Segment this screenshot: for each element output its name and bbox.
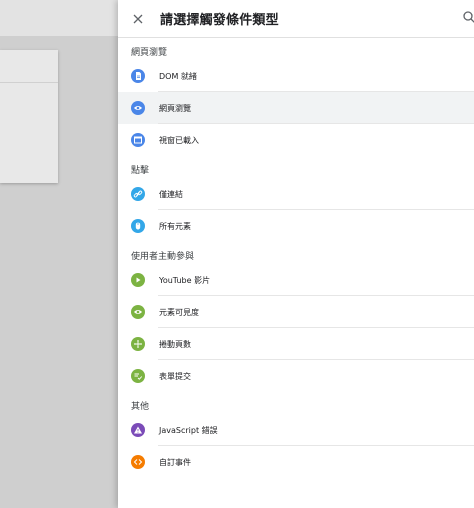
trigger-type-label: 網頁瀏覽 [159, 103, 191, 113]
code-icon [131, 455, 145, 469]
mouse-icon [131, 219, 145, 233]
trigger-type-label: JavaScript 錯誤 [159, 425, 218, 435]
play-icon [131, 273, 145, 287]
section-label: 其他 [131, 402, 150, 412]
trigger-type-label: 僅連結 [159, 189, 183, 199]
trigger-type-item[interactable]: 僅連結 [118, 178, 474, 210]
trigger-type-label: 元素可見度 [159, 307, 199, 317]
trigger-type-list: 網頁瀏覽 DOM 就緒 網頁瀏覽 視窗已載入 點擊 僅連結 所有元素 使用者主動參與 YouTu… [118, 38, 474, 478]
trigger-type-item[interactable]: 捲動頁數 [118, 328, 474, 360]
trigger-type-label: DOM 就緒 [159, 71, 197, 81]
trigger-type-label: 捲動頁數 [159, 339, 191, 349]
trigger-type-drawer: 請選擇觸發條件類型 網頁瀏覽 DOM 就緒 網頁瀏覽 視窗已載入 點擊 僅連結 所有元素 使用… [118, 0, 474, 508]
trigger-type-label: 表單提交 [159, 371, 191, 381]
link-icon [131, 187, 145, 201]
trigger-type-item[interactable]: 自訂事件 [118, 446, 474, 478]
trigger-type-item[interactable]: 所有元素 [118, 210, 474, 242]
drawer-title: 請選擇觸發條件類型 [160, 13, 279, 28]
trigger-type-item[interactable]: 視窗已載入 [118, 124, 474, 156]
close-button[interactable] [118, 0, 158, 38]
trigger-type-item[interactable]: 網頁瀏覽 [118, 92, 474, 124]
trigger-type-label: 自訂事件 [159, 457, 191, 467]
trigger-type-item[interactable]: 表單提交 [118, 360, 474, 392]
section-label: 點擊 [131, 166, 150, 176]
drawer-header: 請選擇觸發條件類型 [118, 0, 474, 38]
close-icon [133, 14, 143, 23]
trigger-type-item[interactable]: 元素可見度 [118, 296, 474, 328]
eye-icon [131, 305, 145, 319]
trigger-type-item[interactable]: DOM 就緒 [118, 60, 474, 92]
search-button[interactable] [462, 10, 474, 26]
search-icon [463, 11, 474, 23]
trigger-type-item[interactable]: JavaScript 錯誤 [118, 414, 474, 446]
trigger-type-label: 所有元素 [159, 221, 191, 231]
section-label: 使用者主動參與 [131, 252, 195, 262]
window-icon [131, 133, 145, 147]
document-icon [131, 69, 145, 83]
trigger-type-label: 視窗已載入 [159, 135, 199, 145]
eye-icon [131, 101, 145, 115]
trigger-type-item[interactable]: YouTube 影片 [118, 264, 474, 296]
background-top-bar [0, 0, 118, 36]
background-panel [0, 50, 58, 183]
trigger-type-label: YouTube 影片 [159, 275, 211, 285]
form-check-icon [131, 369, 145, 383]
section-label: 網頁瀏覽 [131, 48, 168, 58]
warning-icon [131, 423, 145, 437]
move-arrows-icon [131, 337, 145, 351]
